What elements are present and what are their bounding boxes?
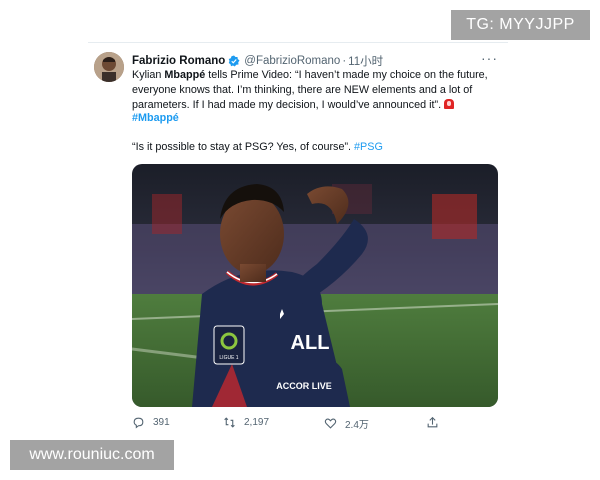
quote-text: “Is it possible to stay at PSG? Yes, of … xyxy=(132,141,352,153)
tweet-text: Kylian Mbappé tells Prime Video: “I have… xyxy=(132,68,502,113)
more-options-icon[interactable]: ··· xyxy=(481,50,498,66)
retweet-icon xyxy=(224,417,235,428)
avatar[interactable] xyxy=(94,52,124,82)
reply-button[interactable]: 391 xyxy=(132,416,170,429)
like-count: 2.4万 xyxy=(345,420,369,431)
tweet-card[interactable]: Fabrizio Romano @FabrizioRomano · 11小时 ·… xyxy=(88,42,508,442)
heart-icon xyxy=(324,418,337,429)
ligue1-badge-label: LIGUE 1 xyxy=(219,355,238,361)
author-name[interactable]: Fabrizio Romano xyxy=(132,55,225,67)
retweet-count: 2,197 xyxy=(244,417,270,428)
tweet-quote-line: “Is it possible to stay at PSG? Yes, of … xyxy=(132,141,383,153)
share-icon xyxy=(427,416,438,428)
watermark-top: TG: MYYJJPP xyxy=(451,10,590,40)
retweet-button[interactable]: 2,197 xyxy=(223,416,269,429)
hashtag-psg[interactable]: #PSG xyxy=(354,141,383,153)
jersey-sponsor-sub: ACCOR LIVE xyxy=(276,381,332,391)
tweet-text-part1: Kylian xyxy=(132,69,165,81)
like-button[interactable]: 2.4万 xyxy=(324,416,369,431)
jersey-sponsor: ALL xyxy=(291,332,330,354)
share-button[interactable] xyxy=(426,416,439,429)
author-handle[interactable]: @FabrizioRomano xyxy=(244,55,340,67)
watermark-bottom: www.rouniuc.com xyxy=(10,440,174,470)
reply-icon xyxy=(133,417,144,429)
tweet-actions: 391 2,197 2.4万 xyxy=(132,416,498,434)
tweet-text-mention: Mbappé xyxy=(164,69,206,81)
verified-badge-icon xyxy=(229,55,240,67)
hashtag-mbappe[interactable]: #Mbappé xyxy=(132,112,179,124)
tweet-time[interactable]: 11小时 xyxy=(348,53,383,69)
tweet-media-image[interactable]: LIGUE 1 ALL ACCOR LIVE xyxy=(132,164,498,407)
separator-dot: · xyxy=(342,55,347,67)
reply-count: 391 xyxy=(153,417,170,428)
siren-emoji-icon xyxy=(444,99,455,109)
